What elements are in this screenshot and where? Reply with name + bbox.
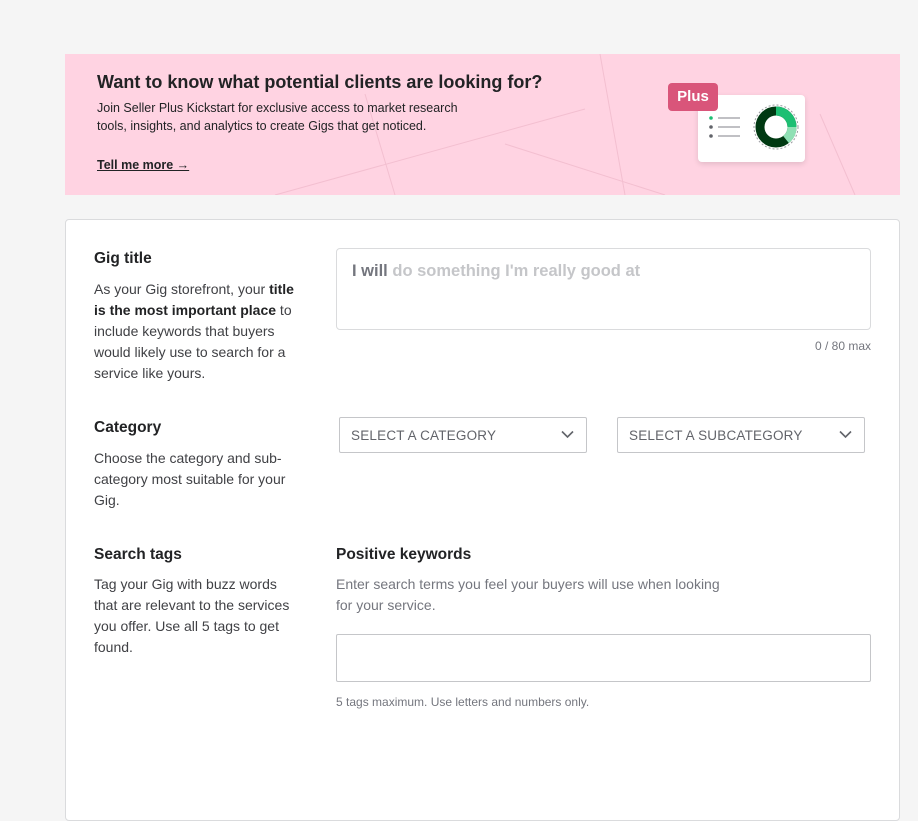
gig-title-prefix: I will bbox=[352, 262, 388, 280]
gig-title-text: I will do something I'm really good at bbox=[352, 262, 640, 281]
chevron-down-icon bbox=[839, 430, 852, 439]
tags-input[interactable] bbox=[336, 634, 871, 682]
gig-title-desc-text: As your Gig storefront, your bbox=[94, 281, 270, 297]
list-icon bbox=[709, 116, 740, 138]
banner-title: Want to know what potential clients are … bbox=[97, 72, 543, 92]
chevron-down-icon bbox=[561, 430, 574, 439]
category-description: Choose the category and sub-category mos… bbox=[94, 450, 286, 508]
banner-description: Join Seller Plus Kickstart for exclusive… bbox=[97, 101, 458, 133]
positive-keywords-label: Positive keywords bbox=[336, 546, 472, 563]
gig-title-label: Gig title bbox=[94, 250, 152, 267]
gig-title-description: As your Gig storefront, your title is th… bbox=[94, 279, 309, 384]
gig-title-input[interactable]: I will do something I'm really good at bbox=[336, 248, 871, 330]
gig-title-placeholder: do something I'm really good at bbox=[392, 262, 641, 280]
gig-overview-form: Gig title As your Gig storefront, your t… bbox=[65, 219, 900, 821]
positive-keywords-description: Enter search terms you feel your buyers … bbox=[336, 576, 720, 613]
category-label: Category bbox=[94, 419, 162, 436]
subcategory-select[interactable]: SELECT A SUBCATEGORY bbox=[617, 417, 865, 453]
tell-me-more-link[interactable]: Tell me more → bbox=[97, 158, 189, 172]
category-select[interactable]: SELECT A CATEGORY bbox=[339, 417, 587, 453]
plus-badge: Plus bbox=[668, 83, 718, 111]
donut-chart-icon bbox=[753, 104, 799, 150]
tags-hint: 5 tags maximum. Use letters and numbers … bbox=[336, 695, 590, 709]
seller-plus-banner: Want to know what potential clients are … bbox=[65, 54, 900, 195]
search-tags-label: Search tags bbox=[94, 546, 182, 563]
subcategory-select-value: SELECT A SUBCATEGORY bbox=[629, 428, 803, 443]
search-tags-description: Tag your Gig with buzz words that are re… bbox=[94, 576, 290, 655]
category-select-value: SELECT A CATEGORY bbox=[351, 428, 497, 443]
gig-title-counter: 0 / 80 max bbox=[814, 339, 871, 353]
